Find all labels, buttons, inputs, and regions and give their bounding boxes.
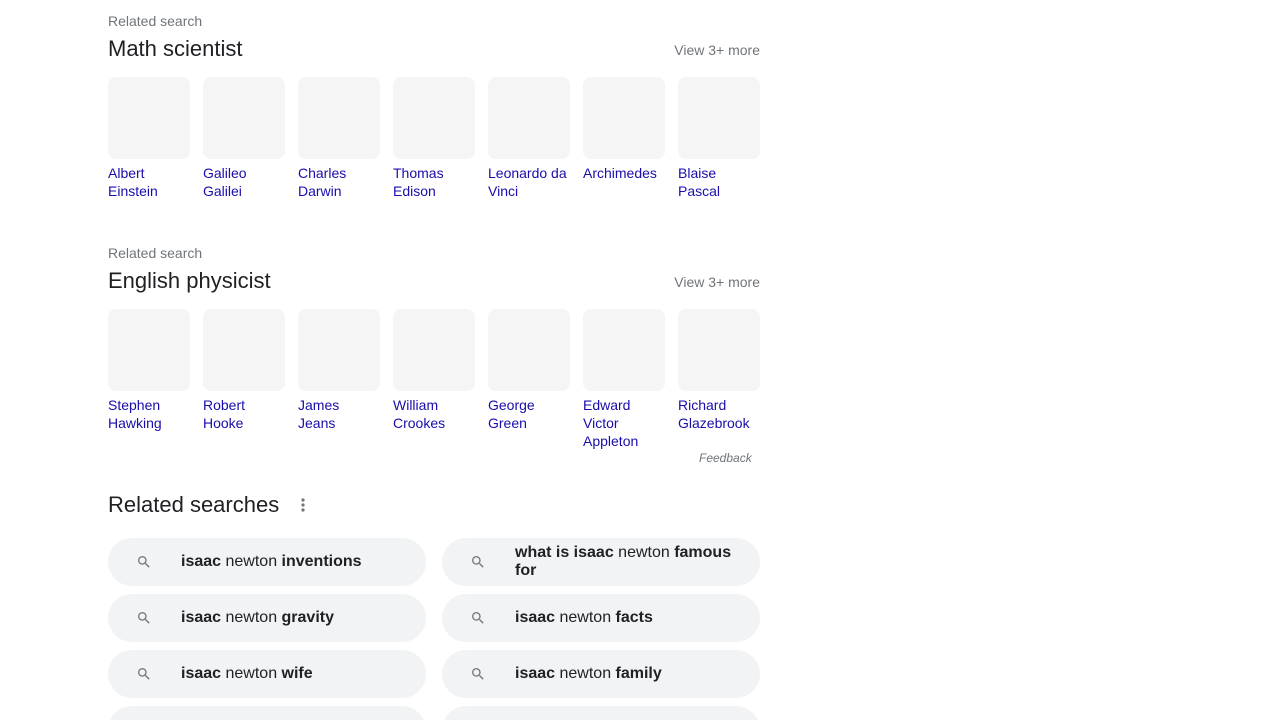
entity-name[interactable]: Leonardo da Vinci bbox=[488, 164, 570, 200]
related-search-text[interactable]: isaac newton family bbox=[515, 665, 740, 683]
entity-card[interactable]: George Green bbox=[488, 309, 570, 450]
entity-thumbnail[interactable] bbox=[393, 309, 475, 391]
entity-card[interactable]: Galileo Galilei bbox=[203, 77, 285, 200]
query-term: gravity bbox=[281, 609, 334, 626]
entity-card[interactable]: Thomas Edison bbox=[393, 77, 475, 200]
view-more-link[interactable]: View 3+ more bbox=[674, 41, 760, 63]
entity-card[interactable]: Robert Hooke bbox=[203, 309, 285, 450]
entity-card[interactable]: Stephen Hawking bbox=[108, 309, 190, 450]
entity-card[interactable]: Charles Darwin bbox=[298, 77, 380, 200]
entity-thumbnail[interactable] bbox=[678, 309, 760, 391]
query-term: wife bbox=[281, 665, 313, 682]
section-label: Related search bbox=[108, 13, 203, 29]
query-term: isaac bbox=[515, 665, 556, 682]
entity-card[interactable]: Richard Glazebrook bbox=[678, 309, 760, 450]
search-icon bbox=[138, 612, 150, 624]
feedback-link[interactable]: Feedback bbox=[699, 451, 752, 465]
related-searches-title: Related searches bbox=[108, 492, 280, 517]
entity-thumbnail[interactable] bbox=[298, 309, 380, 391]
related-search-text[interactable]: what is isaac newton famous for bbox=[515, 544, 740, 580]
related-search-chip[interactable]: isaac newton wife bbox=[108, 650, 426, 698]
query-term: newton bbox=[555, 665, 616, 682]
related-search-text[interactable]: isaac newton inventions bbox=[181, 553, 406, 571]
entity-name[interactable]: Albert Einstein bbox=[108, 164, 190, 200]
entity-thumbnail[interactable] bbox=[203, 77, 285, 159]
entity-card[interactable]: Edward Victor Appleton bbox=[583, 309, 665, 450]
entity-card[interactable]: Archimedes bbox=[583, 77, 665, 200]
query-term: what is isaac bbox=[515, 544, 614, 561]
entity-thumbnail[interactable] bbox=[393, 77, 475, 159]
entity-name[interactable]: Richard Glazebrook bbox=[678, 396, 760, 432]
section-header: English physicist View 3+ more bbox=[108, 267, 760, 295]
query-term: newton bbox=[221, 609, 282, 626]
entity-thumbnail[interactable] bbox=[488, 77, 570, 159]
view-more-link[interactable]: View 3+ more bbox=[674, 273, 760, 295]
section-title: Math scientist bbox=[108, 36, 243, 61]
query-term: newton bbox=[555, 609, 616, 626]
entity-name[interactable]: William Crookes bbox=[393, 396, 475, 432]
entity-thumbnail[interactable] bbox=[583, 309, 665, 391]
entity-card[interactable]: Albert Einstein bbox=[108, 77, 190, 200]
related-search-text[interactable]: isaac newton facts bbox=[515, 609, 740, 627]
entity-thumbnail[interactable] bbox=[298, 77, 380, 159]
section-header: Math scientist View 3+ more bbox=[108, 35, 760, 63]
query-term: isaac bbox=[181, 553, 222, 570]
entity-carousel: Albert Einstein Galileo Galilei Charles … bbox=[108, 77, 760, 200]
related-searches-header: Related searches bbox=[108, 490, 760, 520]
query-term: isaac bbox=[515, 609, 556, 626]
related-searches: Related searches isaac newton inventions… bbox=[108, 490, 760, 720]
entity-carousel: Stephen Hawking Robert Hooke James Jeans… bbox=[108, 309, 760, 450]
related-search-text[interactable]: isaac newton gravity bbox=[181, 609, 406, 627]
query-term: newton bbox=[221, 665, 282, 682]
query-term: facts bbox=[615, 609, 653, 626]
section-label: Related search bbox=[108, 245, 203, 261]
entity-name[interactable]: Stephen Hawking bbox=[108, 396, 190, 432]
search-results-page: Related search Math scientist View 3+ mo… bbox=[0, 0, 1280, 720]
related-search-chip[interactable]: how old was isaac newton bbox=[442, 706, 760, 720]
search-icon bbox=[472, 556, 484, 568]
more-vert-icon[interactable] bbox=[297, 495, 309, 515]
related-search-chip[interactable] bbox=[108, 706, 426, 720]
entity-name[interactable]: Galileo Galilei bbox=[203, 164, 285, 200]
related-search-chip[interactable]: what is isaac newton famous for bbox=[442, 538, 760, 586]
related-search-text[interactable]: isaac newton wife bbox=[181, 665, 406, 683]
entity-name[interactable]: James Jeans bbox=[298, 396, 380, 432]
entity-thumbnail[interactable] bbox=[583, 77, 665, 159]
related-search-english-physicist: Related search English physicist View 3+… bbox=[108, 245, 760, 450]
search-icon bbox=[472, 668, 484, 680]
section-title: English physicist bbox=[108, 268, 271, 293]
query-term: family bbox=[615, 665, 662, 682]
query-term: inventions bbox=[281, 553, 362, 570]
search-icon bbox=[138, 668, 150, 680]
entity-thumbnail[interactable] bbox=[203, 309, 285, 391]
entity-name[interactable]: Robert Hooke bbox=[203, 396, 285, 432]
entity-thumbnail[interactable] bbox=[678, 77, 760, 159]
entity-thumbnail[interactable] bbox=[488, 309, 570, 391]
entity-name[interactable]: Blaise Pascal bbox=[678, 164, 760, 200]
query-term: isaac bbox=[181, 665, 222, 682]
related-search-math-scientist: Related search Math scientist View 3+ mo… bbox=[108, 13, 760, 200]
related-search-chip[interactable]: isaac newton facts bbox=[442, 594, 760, 642]
query-term: isaac bbox=[181, 609, 222, 626]
entity-card[interactable]: James Jeans bbox=[298, 309, 380, 450]
entity-card[interactable]: William Crookes bbox=[393, 309, 475, 450]
entity-name[interactable]: Thomas Edison bbox=[393, 164, 475, 200]
search-icon bbox=[138, 556, 150, 568]
entity-name[interactable]: George Green bbox=[488, 396, 570, 432]
query-term: newton bbox=[221, 553, 282, 570]
entity-thumbnail[interactable] bbox=[108, 77, 190, 159]
related-search-chip[interactable]: isaac newton gravity bbox=[108, 594, 426, 642]
entity-name[interactable]: Charles Darwin bbox=[298, 164, 380, 200]
related-search-chip[interactable]: isaac newton family bbox=[442, 650, 760, 698]
query-term: newton bbox=[613, 544, 675, 561]
entity-card[interactable]: Leonardo da Vinci bbox=[488, 77, 570, 200]
entity-thumbnail[interactable] bbox=[108, 309, 190, 391]
entity-name[interactable]: Archimedes bbox=[583, 164, 665, 182]
entity-name[interactable]: Edward Victor Appleton bbox=[583, 396, 665, 450]
search-icon bbox=[472, 612, 484, 624]
related-search-chip[interactable]: isaac newton inventions bbox=[108, 538, 426, 586]
entity-card[interactable]: Blaise Pascal bbox=[678, 77, 760, 200]
